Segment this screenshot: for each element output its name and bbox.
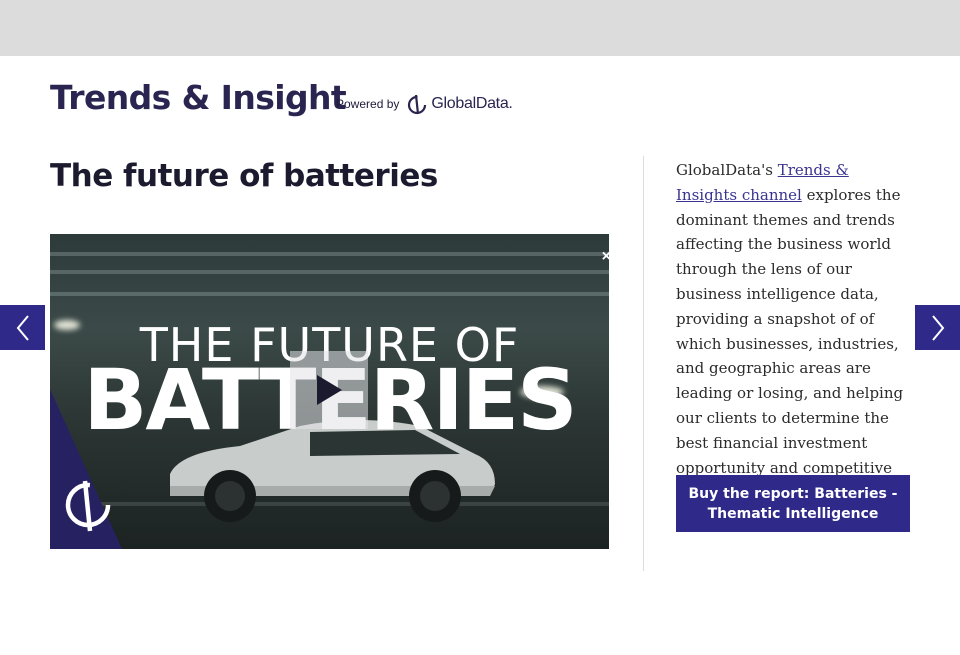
description-body: explores the dominant themes and trends …	[676, 185, 904, 502]
video-ceiling-stripe	[50, 252, 609, 256]
globaldata-logo-icon	[408, 94, 427, 115]
play-icon	[317, 375, 342, 405]
channel-description: GlobalData's Trends & Insights channel e…	[676, 158, 912, 505]
video-ceiling-stripe	[50, 292, 609, 296]
buy-report-button[interactable]: Buy the report: Batteries - Thematic Int…	[676, 475, 910, 532]
brand-title[interactable]: Trends & Insight	[50, 78, 347, 117]
powered-by: Powered by GlobalData.	[336, 93, 513, 115]
video-ceiling-stripe	[50, 270, 609, 274]
globaldata-name: GlobalData.	[431, 95, 513, 112]
brand-header: Trends & Insight	[50, 78, 347, 117]
chevron-right-icon	[931, 314, 944, 341]
video-corner-logo	[50, 389, 122, 549]
play-button[interactable]	[290, 351, 368, 429]
video-player[interactable]: THE FUTURE OF BATTERIES ×	[50, 234, 609, 549]
carousel-prev-button[interactable]	[0, 305, 45, 350]
powered-by-label: Powered by	[336, 97, 400, 111]
description-intro: GlobalData's	[676, 161, 778, 179]
carousel-next-button[interactable]	[915, 305, 960, 350]
chevron-left-icon	[16, 314, 29, 341]
video-close-icon[interactable]: ×	[602, 248, 609, 266]
top-bar	[0, 0, 960, 56]
column-divider	[643, 156, 644, 571]
globaldata-logo[interactable]: GlobalData.	[407, 93, 513, 115]
article-title: The future of batteries	[50, 158, 438, 194]
